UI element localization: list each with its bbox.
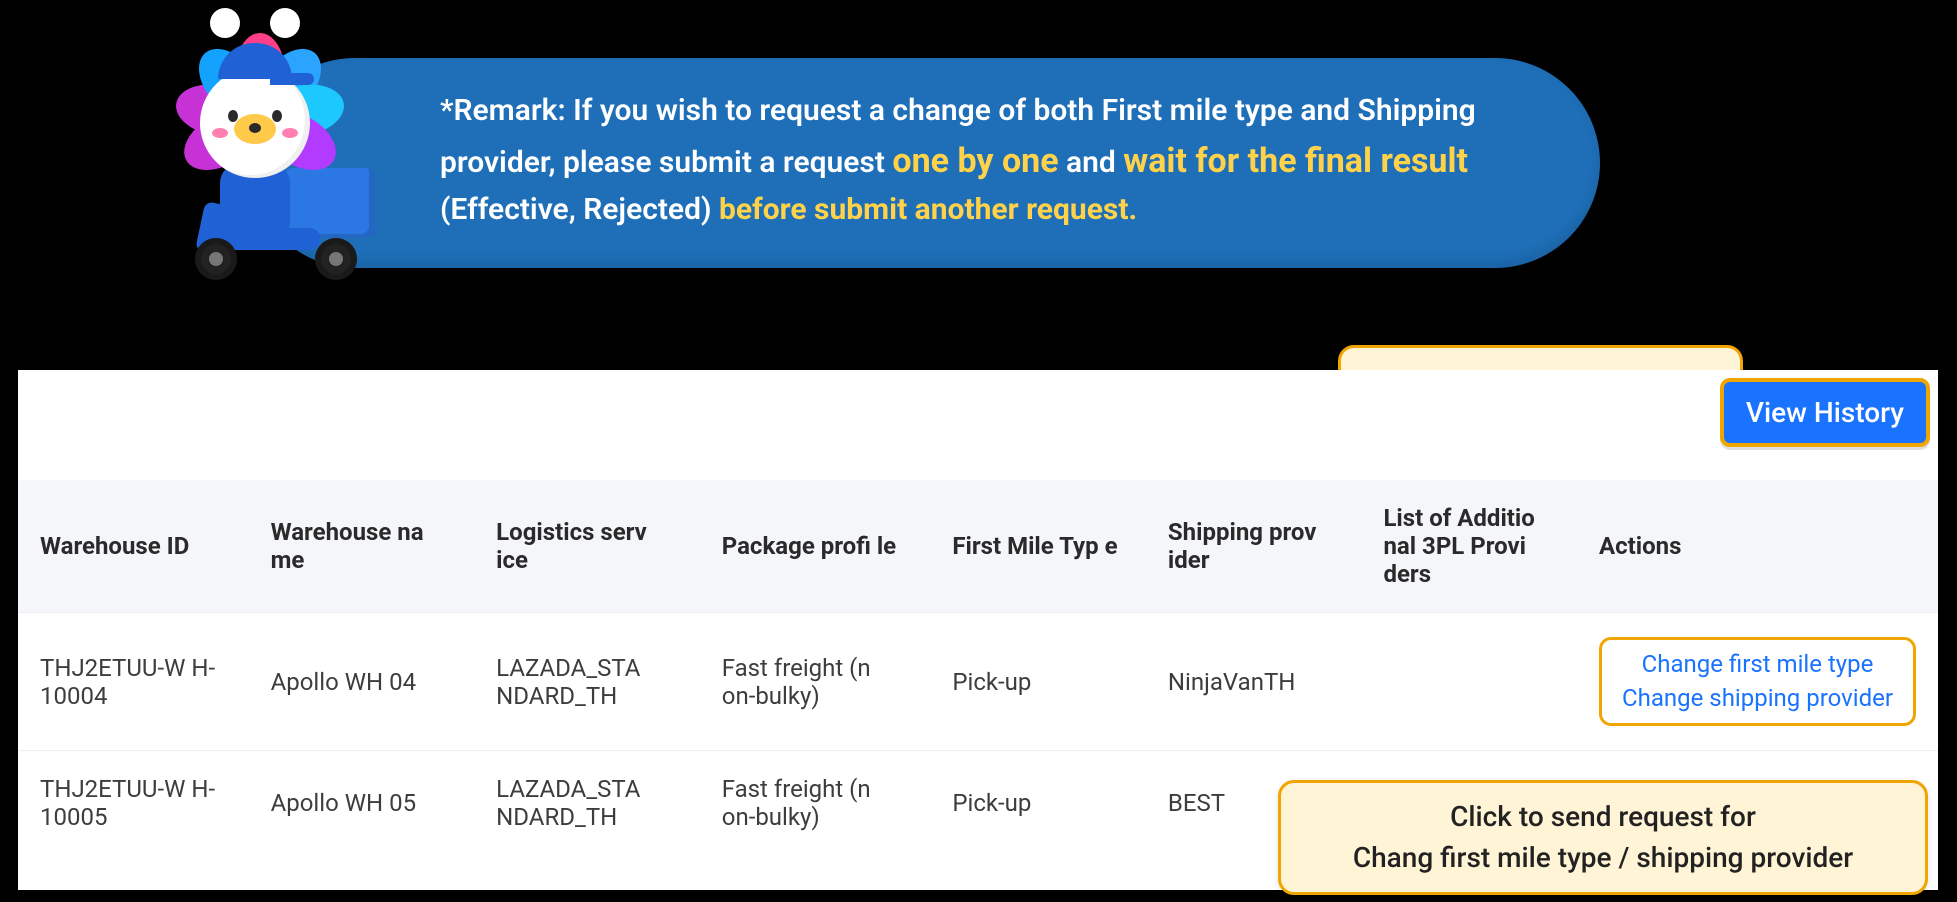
cell-warehouse-name: Apollo WH 04 <box>249 613 475 751</box>
mascot-icon <box>120 13 380 273</box>
th-shipping-provider: Shipping prov ider <box>1146 480 1362 613</box>
th-package-profile: Package profi le <box>700 480 931 613</box>
th-warehouse-id: Warehouse ID <box>18 480 249 613</box>
th-additional-3pl: List of Additio nal 3PL Provi ders <box>1361 480 1577 613</box>
cell-warehouse-name: Apollo WH 05 <box>249 751 475 856</box>
table-row: THJ2ETUU-W H-10004 Apollo WH 04 LAZADA_S… <box>18 613 1938 751</box>
cell-warehouse-id: THJ2ETUU-W H-10005 <box>18 751 249 856</box>
cell-first-mile-type: Pick-up <box>930 613 1146 751</box>
cell-actions: Change first mile type Change shipping p… <box>1577 613 1938 751</box>
th-warehouse-name: Warehouse na me <box>249 480 475 613</box>
table-header-row: Warehouse ID Warehouse na me Logistics s… <box>18 480 1938 613</box>
remark-banner-container: *Remark: If you wish to request a change… <box>120 28 1600 268</box>
cell-package-profile: Fast freight (n on-bulky) <box>700 613 931 751</box>
th-logistics-service: Logistics serv ice <box>474 480 700 613</box>
change-first-mile-type-link[interactable]: Change first mile type <box>1612 648 1903 682</box>
cell-additional-3pl <box>1361 613 1577 751</box>
remark-text-2: and <box>1066 145 1123 180</box>
actions-highlight-box: Change first mile type Change shipping p… <box>1599 637 1916 726</box>
callout-action-line2: Chang first mile type / shipping provide… <box>1309 838 1897 879</box>
remark-highlight-3: before submit another request. <box>719 192 1137 227</box>
cell-package-profile: Fast freight (n on-bulky) <box>700 751 931 856</box>
view-history-wrap: View History <box>1720 378 1930 447</box>
cell-shipping-provider: NinjaVanTH <box>1146 613 1362 751</box>
cell-logistics-service: LAZADA_STA NDARD_TH <box>474 751 700 856</box>
remark-text-3: (Effective, Rejected) <box>440 192 719 227</box>
cell-warehouse-id: THJ2ETUU-W H-10004 <box>18 613 249 751</box>
callout-send-request: Click to send request for Chang first mi… <box>1278 780 1928 895</box>
cell-first-mile-type: Pick-up <box>930 751 1146 856</box>
change-shipping-provider-link[interactable]: Change shipping provider <box>1612 682 1903 716</box>
remark-highlight-1: one by one <box>892 141 1058 181</box>
remark-highlight-2: wait for the final result <box>1123 141 1468 181</box>
remark-banner: *Remark: If you wish to request a change… <box>250 58 1600 268</box>
cell-logistics-service: LAZADA_STA NDARD_TH <box>474 613 700 751</box>
callout-action-line1: Click to send request for <box>1309 797 1897 838</box>
th-actions: Actions <box>1577 480 1938 613</box>
th-first-mile-type: First Mile Typ e <box>930 480 1146 613</box>
view-history-button[interactable]: View History <box>1720 378 1930 447</box>
